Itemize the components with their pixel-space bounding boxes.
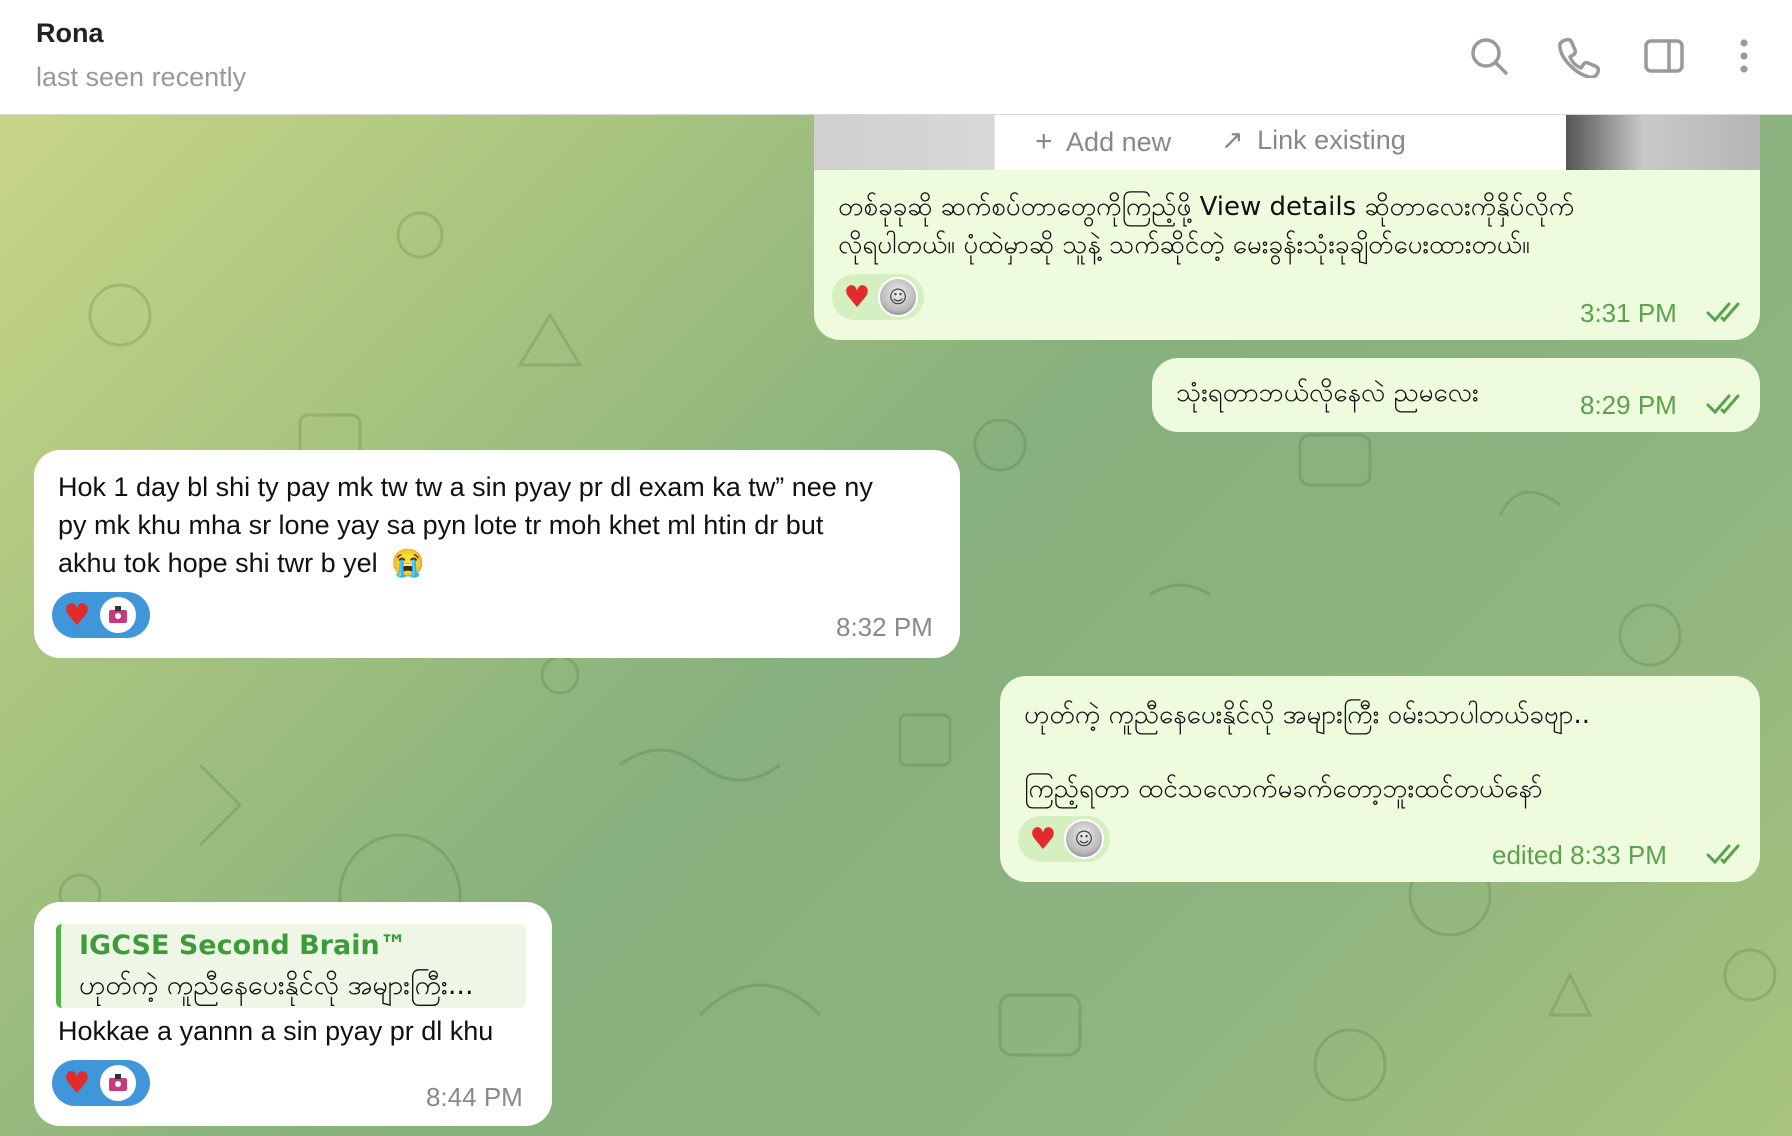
media-thumbnail	[814, 115, 994, 178]
crying-emoji: 😭	[391, 548, 425, 578]
avatar	[98, 595, 138, 635]
link-actions-bar: + Add new ↗ Link existing	[994, 115, 1567, 178]
message-text-line: ကြည့်ရတာ ထင်သလောက်မခက်တော့ဘူးထင်တယ်နော်	[1024, 774, 1543, 804]
reaction-chip[interactable]: ♥ ☺	[832, 274, 924, 320]
message-text-line: akhu tok hope shi twr b yel 😭	[58, 548, 425, 578]
heart-icon: ♥	[1029, 821, 1057, 857]
reaction-chip[interactable]: ♥	[52, 592, 150, 638]
contact-status: last seen recently	[36, 62, 247, 92]
message-text-line: Hok 1 day bl shi ty pay mk tw tw a sin p…	[58, 472, 873, 502]
arrow-up-right-icon: ↗	[1221, 125, 1244, 155]
search-icon[interactable]	[1467, 34, 1511, 78]
message-outgoing[interactable]: သုံးရတာဘယ်လိုနေလဲ ညမလေး 8:29 PM	[1152, 358, 1760, 432]
message-text-line: ဟုတ်ကဲ့ ကူညီနေပေးနိုင်လို အများကြီး ဝမ်း…	[1024, 700, 1591, 730]
heart-icon: ♥	[63, 597, 91, 633]
message-outgoing[interactable]: တစ်ခုခုဆို ဆက်စပ်တာတွေကိုကြည့်ဖို့ View …	[814, 170, 1760, 340]
message-text-line: တစ်ခုခုဆို ဆက်စပ်တာတွေကိုကြည့်ဖို့ View …	[838, 192, 1575, 222]
sidebar-toggle-icon[interactable]	[1642, 34, 1686, 78]
message-time: 8:29 PM	[1580, 390, 1677, 420]
reply-text: ဟုတ်ကဲ့ ကူညီနေပေးနိုင်လို အများကြီး...	[79, 970, 474, 1001]
add-new-button[interactable]: + Add new	[1035, 125, 1171, 159]
media-thumbnail	[1566, 115, 1760, 178]
contact-name[interactable]: Rona	[36, 18, 104, 49]
message-time: 8:32 PM	[836, 612, 933, 642]
message-outgoing[interactable]: ဟုတ်ကဲ့ ကူညီနေပေးနိုင်လို အများကြီး ဝမ်း…	[1000, 676, 1760, 882]
reply-title: IGCSE Second Brain™	[79, 930, 407, 961]
avatar	[98, 1063, 138, 1103]
more-vertical-icon[interactable]	[1722, 34, 1766, 78]
reply-quote[interactable]: IGCSE Second Brain™ ဟုတ်ကဲ့ ကူညီနေပေးနို…	[56, 924, 526, 1008]
chat-header: Rona last seen recently	[0, 0, 1792, 115]
reaction-chip[interactable]: ♥	[52, 1060, 150, 1106]
phone-icon[interactable]	[1556, 34, 1601, 79]
message-time: edited 8:33 PM	[1492, 840, 1667, 870]
message-text-line: py mk khu mha sr lone yay sa pyn lote tr…	[58, 510, 824, 540]
plus-icon: +	[1035, 125, 1053, 158]
message-text-line: လိုရပါတယ်။ ပုံထဲမှာဆို သူနဲ့ သက်ဆိုင်တဲ့…	[838, 230, 1530, 260]
link-existing-button[interactable]: ↗ Link existing	[1221, 125, 1406, 156]
message-incoming[interactable]: IGCSE Second Brain™ ဟုတ်ကဲ့ ကူညီနေပေးနို…	[34, 902, 552, 1126]
message-time: 3:31 PM	[1580, 298, 1677, 328]
avatar: ☺	[1064, 819, 1104, 859]
reaction-chip[interactable]: ♥ ☺	[1018, 816, 1110, 862]
heart-icon: ♥	[63, 1065, 91, 1101]
media-preview-strip: + Add new ↗ Link existing	[814, 115, 1760, 178]
message-time: 8:44 PM	[426, 1082, 523, 1112]
message-text: သုံးရတာဘယ်လိုနေလဲ ညမလေး	[1176, 378, 1479, 408]
heart-icon: ♥	[843, 279, 871, 315]
double-check-icon	[1706, 302, 1740, 323]
avatar: ☺	[878, 277, 918, 317]
message-text: Hokkae a yannn a sin pyay pr dl khu	[58, 1016, 494, 1046]
double-check-icon	[1706, 394, 1740, 415]
double-check-icon	[1706, 844, 1740, 865]
message-incoming[interactable]: Hok 1 day bl shi ty pay mk tw tw a sin p…	[34, 450, 960, 658]
